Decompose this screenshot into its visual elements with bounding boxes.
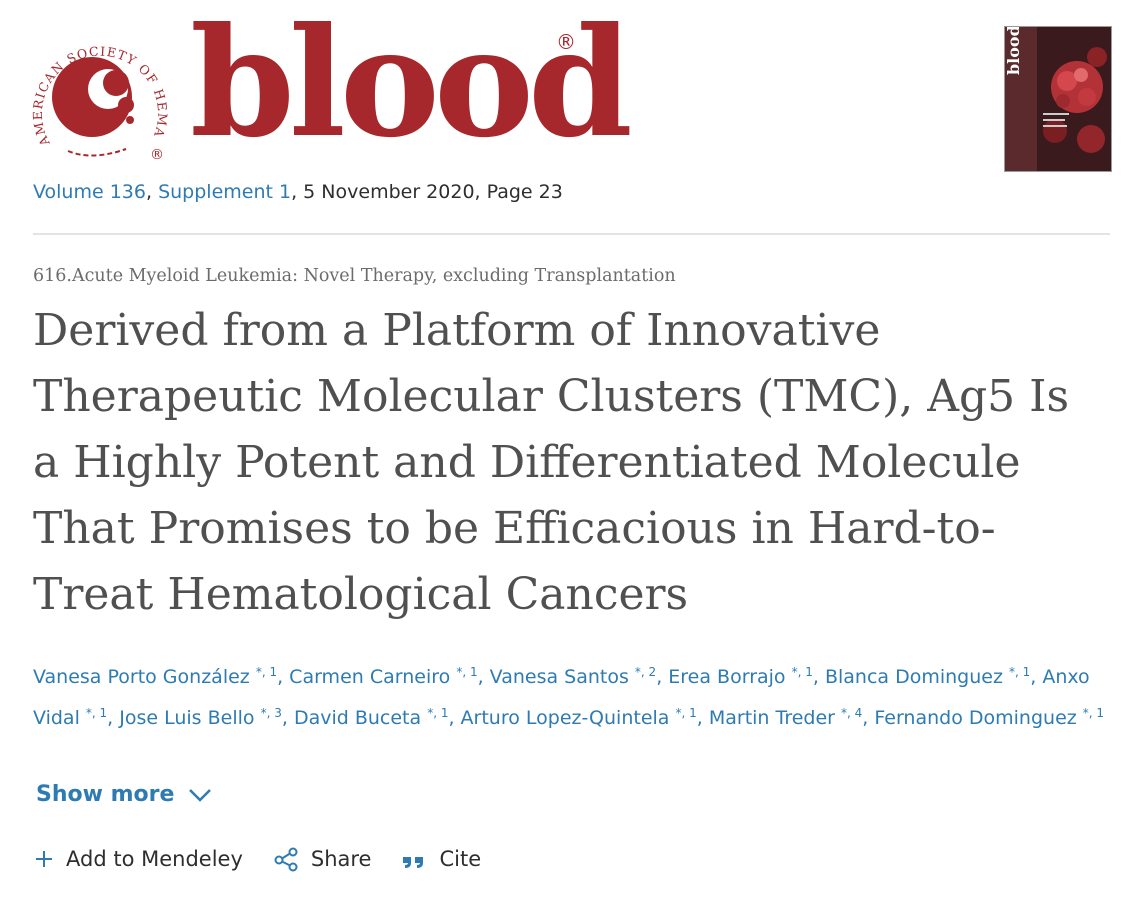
author-name: Martin Treder xyxy=(708,707,835,729)
author-name: Arturo Lopez-Quintela xyxy=(460,707,670,729)
share-icon xyxy=(274,847,298,872)
article-category: 616.Acute Myeloid Leukemia: Novel Therap… xyxy=(33,266,676,286)
show-more-label: Show more xyxy=(36,782,175,807)
article-title: Derived from a Platform of Innovative Th… xyxy=(33,305,1070,620)
show-more-button[interactable]: Show more xyxy=(36,782,212,807)
supplement-link[interactable]: Supplement 1 xyxy=(158,181,291,203)
author-affiliation: *, 1 xyxy=(85,706,108,720)
article-actions: Add to Mendeley Share Cite xyxy=(34,846,511,872)
ash-logo-seal[interactable]: AMERICAN SOCIETY OF HEMATOLOGY ® xyxy=(30,25,172,167)
plus-icon xyxy=(36,851,52,867)
author-name: Blanca Dominguez xyxy=(824,666,1003,688)
author-name: Erea Borrajo xyxy=(668,666,786,688)
add-to-mendeley-button[interactable]: Add to Mendeley xyxy=(34,847,243,871)
cite-label: Cite xyxy=(439,847,482,871)
author-name: Carmen Carneiro xyxy=(289,666,451,688)
share-button[interactable]: Share xyxy=(273,846,372,872)
author-affiliation: *, 3 xyxy=(260,706,282,720)
svg-text:®: ® xyxy=(150,147,164,163)
author-link[interactable]: Fernando Dominguez *, 1 xyxy=(874,706,1105,729)
cite-button[interactable]: Cite xyxy=(401,847,481,871)
chevron-down-icon xyxy=(189,788,212,802)
author-affiliation: *, 1 xyxy=(1008,665,1031,679)
author-link[interactable]: Carmen Carneiro *, 1 xyxy=(289,665,478,688)
author-affiliation: *, 1 xyxy=(675,706,697,720)
quote-icon xyxy=(403,857,424,868)
author-link[interactable]: Jose Luis Bello *, 3 xyxy=(119,706,282,729)
author-affiliation: *, 4 xyxy=(841,706,863,720)
author-link[interactable]: Martin Treder *, 4 xyxy=(708,706,863,729)
author-name: Vanesa Santos xyxy=(489,666,629,688)
author-name: David Buceta xyxy=(293,707,422,729)
author-link[interactable]: Vanesa Santos *, 2 xyxy=(489,665,657,688)
author-name: Jose Luis Bello xyxy=(119,707,255,729)
author-affiliation: *, 2 xyxy=(634,665,657,679)
volume-link[interactable]: Volume 136 xyxy=(33,181,146,203)
registered-mark: ® xyxy=(556,30,576,54)
issue-date-page: , 5 November 2020, Page 23 xyxy=(291,181,563,203)
add-to-mendeley-label: Add to Mendeley xyxy=(66,847,243,871)
journal-cover-image[interactable]: blood xyxy=(1004,26,1112,172)
share-label: Share xyxy=(310,847,372,871)
header-divider xyxy=(33,233,1110,235)
author-link[interactable]: David Buceta *, 1 xyxy=(293,706,449,729)
author-list: Vanesa Porto González *, 1, Carmen Carne… xyxy=(33,665,1105,729)
author-name: Fernando Dominguez xyxy=(874,707,1077,729)
author-affiliation: *, 1 xyxy=(456,665,478,679)
author-affiliation: *, 1 xyxy=(255,665,278,679)
issue-info: Volume 136, Supplement 1, 5 November 202… xyxy=(33,181,563,203)
author-affiliation: *, 1 xyxy=(791,665,813,679)
author-name: Vanesa Porto González xyxy=(33,666,250,688)
author-link[interactable]: Erea Borrajo *, 1 xyxy=(668,665,813,688)
author-link[interactable]: Vanesa Porto González *, 1 xyxy=(33,665,278,688)
author-affiliation: *, 1 xyxy=(427,706,449,720)
author-link[interactable]: Arturo Lopez-Quintela *, 1 xyxy=(460,706,697,729)
svg-text:blood: blood xyxy=(1005,27,1023,75)
author-link[interactable]: Blanca Dominguez *, 1 xyxy=(824,665,1031,688)
issue-separator: , xyxy=(145,181,159,203)
author-affiliation: *, 1 xyxy=(1082,706,1105,720)
